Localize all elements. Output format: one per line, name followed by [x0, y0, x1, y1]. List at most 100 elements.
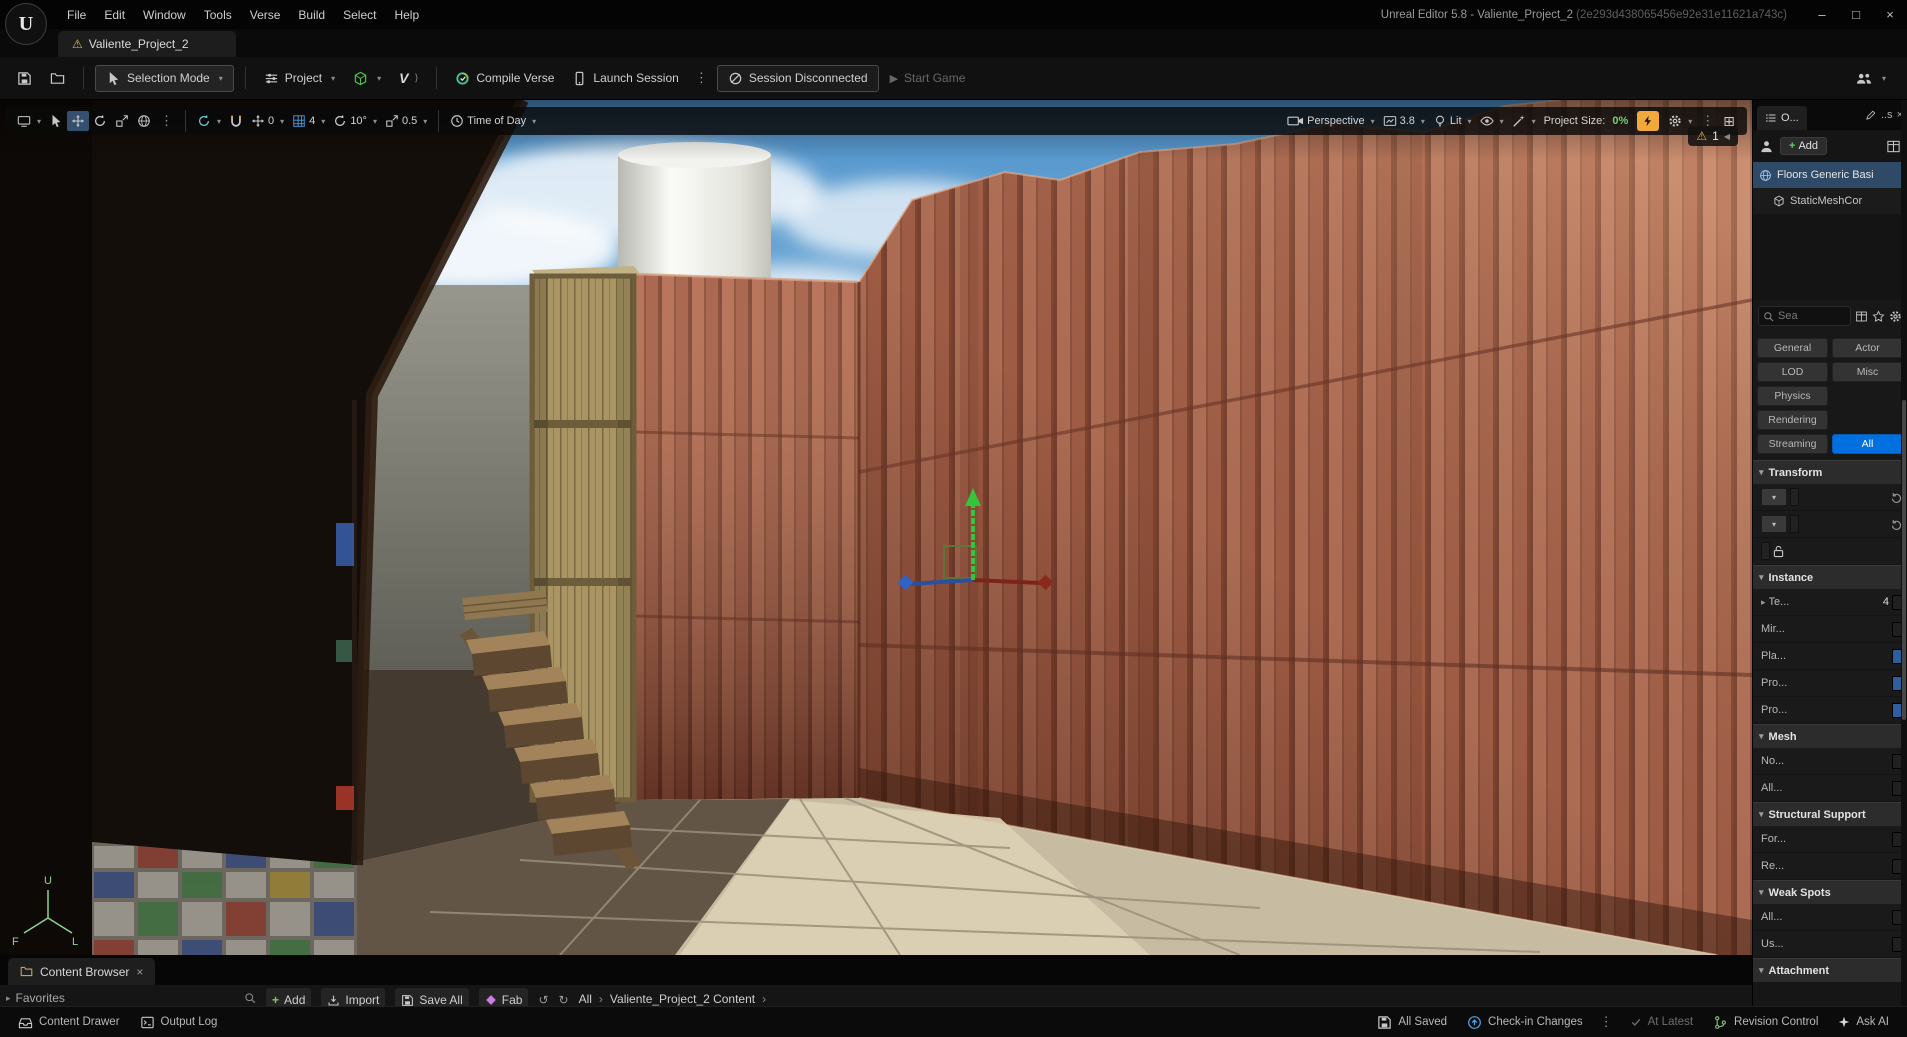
filter-physics[interactable]: Physics [1757, 386, 1828, 406]
favorites-star-icon[interactable] [1872, 310, 1885, 323]
filter-streaming[interactable]: Streaming [1757, 434, 1828, 454]
session-status-indicator[interactable]: Session Disconnected [716, 64, 879, 92]
filter-rendering[interactable]: Rendering [1757, 410, 1828, 430]
transform-space-dropdown[interactable]: ▾ [193, 111, 225, 131]
level-viewport[interactable]: U F L ▾ ⋮ ▾ 0 ▾ 4 ▾ 10° ▾ 0.5 ▾ Time of Day ▾ [0, 100, 1752, 955]
rotation-field[interactable] [1790, 515, 1799, 533]
cb-import-button[interactable]: Import [321, 988, 386, 1006]
menu-verse[interactable]: Verse [241, 0, 290, 29]
menu-tools[interactable]: Tools [195, 0, 241, 29]
verse-button[interactable]: V ⟩ [392, 65, 425, 91]
scale-field[interactable] [1761, 542, 1770, 560]
location-snap-dropdown[interactable]: 0 ▾ [247, 111, 288, 131]
camera-mode-dropdown[interactable]: Perspective ▾ [1283, 111, 1379, 131]
close-tab-icon[interactable]: × [136, 965, 143, 979]
tab-content-browser[interactable]: Content Browser × [8, 958, 156, 985]
menu-window[interactable]: Window [134, 0, 195, 29]
surface-snap-button[interactable] [225, 111, 247, 131]
filter-lod[interactable]: LOD [1757, 362, 1828, 382]
section-transform[interactable]: ▾ Transform [1753, 460, 1907, 484]
screen-percentage-dropdown[interactable]: 3.8 ▾ [1379, 111, 1429, 131]
browse-content-button[interactable] [43, 66, 72, 91]
section-instance[interactable]: ▾ Instance [1753, 565, 1907, 589]
filter-all[interactable]: All [1832, 434, 1903, 454]
menu-select[interactable]: Select [334, 0, 385, 29]
compile-verse-button[interactable]: Compile Verse [448, 66, 561, 91]
section-mesh[interactable]: ▾ Mesh [1753, 724, 1907, 748]
transform-tools-menu[interactable]: ⋮ [155, 113, 178, 129]
details-search-input[interactable] [1778, 310, 1846, 322]
display-options-icon[interactable] [1855, 310, 1868, 323]
menu-edit[interactable]: Edit [95, 0, 134, 29]
time-of-day-dropdown[interactable]: Time of Day ▾ [446, 111, 540, 131]
filter-actor[interactable]: Actor [1832, 338, 1903, 358]
source-control-menu[interactable]: ⋮ [1595, 1014, 1618, 1030]
cb-save-all-button[interactable]: Save All [395, 988, 469, 1006]
expand-arrow-icon[interactable]: ▸ [1761, 597, 1766, 608]
filter-misc[interactable]: Misc [1832, 362, 1903, 382]
history-forward-icon[interactable]: ↻ [559, 988, 569, 1006]
breadcrumb-folder[interactable]: Valiente_Project_2 Content [610, 992, 755, 1006]
tab-outliner[interactable]: O... [1757, 106, 1807, 130]
quick-add-dropdown[interactable]: ▾ [346, 66, 388, 91]
select-tool-button[interactable] [45, 111, 67, 131]
outliner-item-floors-generic[interactable]: Floors Generic Basi [1753, 162, 1907, 188]
menu-build[interactable]: Build [289, 0, 334, 29]
move-tool-button[interactable] [67, 111, 90, 131]
breadcrumb-root[interactable]: All [579, 992, 592, 1006]
scale-tool-button[interactable] [111, 111, 133, 131]
rotation-dropdown[interactable]: ▾ [1761, 515, 1787, 533]
world-space-toggle[interactable] [133, 111, 155, 131]
project-size-indicator[interactable]: Project Size: 0% [1540, 112, 1633, 130]
save-button[interactable] [10, 66, 39, 91]
menu-help[interactable]: Help [385, 0, 428, 29]
session-options-menu[interactable]: ⋮ [690, 70, 713, 86]
section-weak-spots[interactable]: ▾ Weak Spots [1753, 880, 1907, 904]
outliner-add-button[interactable]: + Add [1780, 137, 1828, 155]
outliner-settings-icon[interactable] [1886, 139, 1901, 154]
output-log-button[interactable]: Output Log [132, 1011, 226, 1034]
filter-general[interactable]: General [1757, 338, 1828, 358]
details-tab-icon[interactable] [1865, 109, 1877, 121]
outliner-item-staticmesh[interactable]: StaticMeshCor [1753, 188, 1907, 214]
project-dropdown[interactable]: Project ▾ [257, 66, 342, 91]
rotation-snap-dropdown[interactable]: 10° ▾ [329, 111, 381, 131]
revision-control-button[interactable]: Revision Control [1705, 1011, 1826, 1034]
details-tab-label[interactable]: ..s [1881, 109, 1893, 121]
view-mode-dropdown[interactable]: Lit ▾ [1429, 111, 1476, 131]
details-search-box[interactable] [1758, 306, 1851, 326]
content-drawer-button[interactable]: Content Drawer [10, 1011, 128, 1034]
preview-effects-dropdown[interactable]: ▾ [1508, 111, 1540, 131]
viewport-warning-badge[interactable]: ⚠ 1 ◀ [1688, 126, 1738, 146]
launch-session-button[interactable]: Launch Session [565, 66, 685, 91]
cb-fab-button[interactable]: Fab [478, 988, 529, 1006]
unreal-logo[interactable]: U [5, 3, 47, 45]
minimize-button[interactable]: – [1805, 0, 1839, 29]
ask-ai-button[interactable]: Ask AI [1830, 1012, 1897, 1032]
section-structural-support[interactable]: ▾ Structural Support [1753, 802, 1907, 826]
viewport-options-dropdown[interactable]: ▾ [13, 111, 45, 131]
close-button[interactable]: × [1873, 0, 1907, 29]
section-attachment[interactable]: ▾ Attachment [1753, 958, 1907, 982]
scale-snap-dropdown[interactable]: 0.5 ▾ [381, 111, 431, 131]
panel-scrollbar[interactable] [1901, 100, 1907, 1006]
actor-filter-icon[interactable] [1759, 139, 1774, 154]
maximize-button[interactable]: □ [1839, 0, 1873, 29]
all-saved-indicator[interactable]: All Saved [1369, 1011, 1455, 1034]
checkin-changes-button[interactable]: Check-in Changes [1459, 1011, 1591, 1034]
menu-file[interactable]: File [58, 0, 95, 29]
search-icon[interactable] [244, 992, 256, 1004]
multiplayer-collab-dropdown[interactable]: ▾ [1848, 66, 1893, 91]
location-dropdown[interactable]: ▾ [1761, 488, 1787, 506]
scrollbar-thumb[interactable] [1902, 400, 1906, 720]
memory-boost-button[interactable] [1637, 111, 1660, 131]
lock-icon[interactable] [1773, 545, 1784, 558]
rotate-tool-button[interactable] [89, 111, 111, 131]
show-flags-dropdown[interactable]: ▾ [1476, 111, 1508, 131]
cb-add-button[interactable]: + Add [266, 988, 312, 1006]
history-back-icon[interactable]: ↺ [538, 988, 548, 1006]
location-field[interactable] [1790, 488, 1799, 506]
selection-mode-dropdown[interactable]: Selection Mode ▾ [95, 64, 234, 92]
grid-snap-dropdown[interactable]: 4 ▾ [288, 111, 329, 131]
start-game-button[interactable]: ▶ Start Game [883, 66, 973, 90]
